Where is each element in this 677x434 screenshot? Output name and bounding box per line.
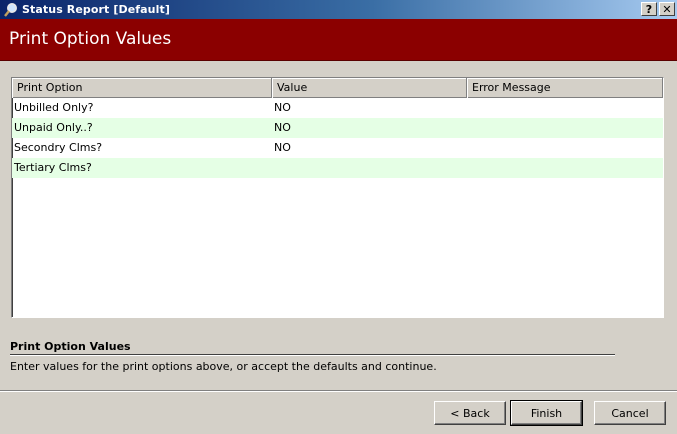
table-row[interactable]: Unpaid Only..? NO	[12, 118, 663, 138]
page-header: Print Option Values	[0, 19, 677, 61]
table-row[interactable]: Unbilled Only? NO	[12, 98, 663, 118]
option-cell: Unpaid Only..?	[14, 121, 93, 134]
print-options-grid[interactable]: Print Option Value Error Message Unbille…	[11, 77, 664, 318]
option-cell: Secondry Clms?	[14, 141, 103, 154]
cancel-button[interactable]: Cancel	[594, 401, 666, 425]
column-header-error-message[interactable]: Error Message	[467, 78, 663, 98]
page-title: Print Option Values	[9, 29, 172, 49]
description-text: Enter values for the print options above…	[10, 360, 437, 373]
error-cell	[467, 98, 663, 118]
table-row[interactable]: Tertiary Clms?	[12, 158, 663, 178]
value-cell[interactable]: NO	[272, 138, 467, 158]
back-button[interactable]: < Back	[434, 401, 506, 425]
close-button[interactable]: ✕	[659, 2, 675, 16]
error-cell	[467, 158, 663, 178]
error-cell	[467, 138, 663, 158]
close-icon: ✕	[662, 2, 672, 16]
finish-button[interactable]: Finish	[510, 400, 583, 426]
description-divider	[10, 354, 615, 356]
value-cell[interactable]	[272, 158, 467, 178]
grid-header: Print Option Value Error Message	[12, 78, 663, 98]
column-header-value[interactable]: Value	[272, 78, 467, 98]
footer-divider	[0, 390, 677, 392]
window-title: Status Report [Default]	[22, 3, 170, 16]
status-report-window: Status Report [Default] ? ✕ Print Option…	[0, 0, 677, 434]
table-row[interactable]: Secondry Clms? NO	[12, 138, 663, 158]
error-cell	[467, 118, 663, 138]
title-bar[interactable]: Status Report [Default] ? ✕	[0, 0, 677, 19]
help-button[interactable]: ?	[641, 2, 657, 16]
column-header-print-option[interactable]: Print Option	[12, 78, 272, 98]
magnifier-icon	[4, 2, 17, 17]
option-cell: Unbilled Only?	[14, 101, 94, 114]
option-cell: Tertiary Clms?	[14, 161, 92, 174]
value-cell[interactable]: NO	[272, 98, 467, 118]
value-cell[interactable]: NO	[272, 118, 467, 138]
description-title: Print Option Values	[10, 340, 131, 353]
